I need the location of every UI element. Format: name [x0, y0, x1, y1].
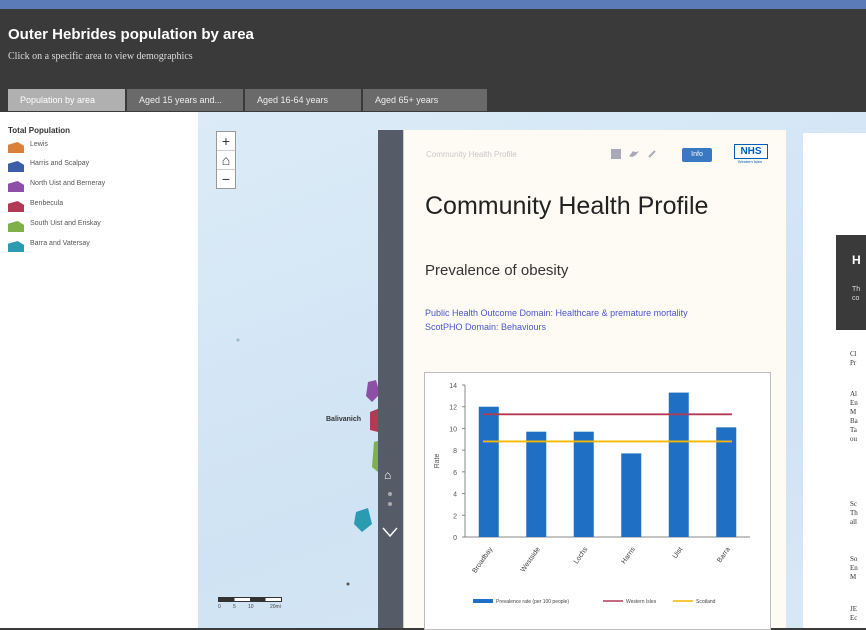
app-title: Outer Hebrides population by area: [8, 26, 254, 43]
nhs-logo: NHS Western Isles: [730, 142, 770, 172]
x-tick-label: Uist: [672, 546, 685, 560]
bar-barra: [716, 427, 737, 537]
town-label: Balivanich: [326, 416, 362, 423]
right-panel-block[interactable]: Al En M Ba Ta ou: [850, 390, 858, 444]
y-tick-label: 8: [453, 448, 457, 455]
tab-aged-65[interactable]: Aged 65+ years: [363, 89, 487, 111]
y-tick-label: 2: [453, 513, 457, 520]
bar-broadbay: [478, 406, 499, 537]
right-panel-block[interactable]: So En M: [850, 555, 858, 582]
home-icon[interactable]: ⌂: [217, 151, 235, 170]
tab-population-by-area[interactable]: Population by area: [8, 89, 125, 111]
facebook-icon[interactable]: [610, 148, 622, 160]
y-tick-label: 6: [453, 470, 457, 477]
outcome-domain-link[interactable]: Public Health Outcome Domain: Healthcare…: [425, 306, 745, 320]
app-subtitle: Click on a specific area to view demogra…: [8, 51, 193, 62]
info-button[interactable]: Info: [682, 148, 712, 162]
obesity-chart-svg: 0 2 4 6 8 10 12 14 Rate Broadbay Westside Lochs Harr…: [434, 383, 750, 605]
scotpho-domain-link[interactable]: ScotPHO Domain: Behaviours: [425, 320, 745, 334]
right-panel-heading: H: [852, 253, 861, 267]
right-panel-block[interactable]: JE Ec: [850, 605, 857, 623]
barra-shape: [354, 508, 372, 532]
legend-title: Total Population: [8, 126, 71, 135]
chevron-down-icon[interactable]: [381, 525, 399, 539]
zoom-in-button[interactable]: +: [217, 132, 235, 151]
link-icon[interactable]: [646, 148, 658, 160]
y-tick-label: 10: [449, 426, 457, 433]
app-header: Outer Hebrides population by area Click …: [0, 9, 866, 112]
right-panel-text: Th co: [852, 286, 861, 302]
area-swatch-icon: [8, 161, 24, 172]
nav-dot[interactable]: [388, 492, 392, 496]
domain-links: Public Health Outcome Domain: Healthcare…: [425, 306, 745, 334]
legend-label: North Uist and Berneray: [30, 180, 106, 187]
right-info-panel: [803, 133, 866, 628]
home-icon[interactable]: ⌂: [384, 468, 391, 482]
x-tick-label: Broadbay: [471, 546, 494, 575]
scale-label: 0: [218, 604, 221, 610]
profile-title: Community Health Profile: [425, 192, 709, 220]
scale-label: 5: [233, 604, 236, 610]
legend-panel: Total Population Lewis Harris and Scalpa…: [0, 112, 198, 628]
tab-aged-16-64[interactable]: Aged 16-64 years: [245, 89, 361, 111]
zoom-out-button[interactable]: −: [217, 170, 235, 188]
legend-label-bars: Prevalence rate (per 100 people): [496, 599, 569, 605]
bar-westside: [526, 431, 547, 537]
area-swatch-icon: [8, 181, 24, 192]
obesity-chart: 0 2 4 6 8 10 12 14 Rate Broadbay Westside Lochs Harr…: [424, 372, 771, 630]
legend-label: Lewis: [30, 141, 48, 148]
x-tick-label: Lochs: [573, 546, 590, 566]
scale-bar-graphic: [218, 597, 282, 602]
legend-label: Harris and Scalpay: [30, 160, 90, 167]
y-tick-label: 0: [453, 535, 457, 542]
area-swatch-icon: [8, 201, 24, 212]
area-swatch-icon: [8, 221, 24, 232]
right-panel-block[interactable]: Sc Th all: [850, 500, 858, 527]
y-tick-label: 12: [449, 405, 457, 412]
right-panel-block[interactable]: Cl Pr: [850, 350, 857, 368]
legend-label: South Uist and Eriskay: [30, 220, 101, 227]
nhs-logo-sub: Western Isles: [737, 159, 763, 164]
top-accent-strip: [0, 0, 866, 9]
panel-toolbar: Community Health Profile Info NHS Wester…: [412, 140, 776, 176]
right-panel-header: [836, 235, 866, 330]
y-tick-label: 4: [453, 492, 457, 499]
y-tick-label: 14: [449, 383, 457, 390]
nav-dot[interactable]: [388, 502, 392, 506]
legend-label-line: Western Isles: [626, 599, 657, 605]
panel-top-title: Community Health Profile: [426, 150, 517, 159]
story-side-nav: ⌂: [378, 130, 403, 628]
scale-label: 20mi: [270, 604, 281, 610]
scale-label: 10: [248, 604, 254, 610]
x-tick-label: Barra: [716, 546, 732, 564]
area-swatch-icon: [8, 241, 24, 252]
map-scale-bar: 0 5 10 20mi: [218, 597, 282, 610]
nhs-logo-mark: NHS: [734, 144, 768, 159]
map-zoom-control: + ⌂ −: [216, 131, 236, 189]
x-tick-label: Harris: [620, 546, 637, 566]
legend-label: Barra and Vatersay: [30, 240, 90, 247]
profile-subtitle: Prevalence of obesity: [425, 262, 569, 279]
legend-label-line: Scotland: [696, 599, 716, 605]
community-health-panel: Community Health Profile Info NHS Wester…: [403, 130, 786, 630]
bar-lochs: [573, 431, 594, 537]
x-tick-label: Westside: [520, 546, 542, 574]
y-axis-label: Rate: [434, 454, 441, 469]
bar-harris: [621, 453, 642, 537]
tab-aged-15[interactable]: Aged 15 years and...: [127, 89, 243, 111]
twitter-icon[interactable]: [628, 148, 640, 160]
legend-label: Benbecula: [30, 200, 64, 207]
area-swatch-icon: [8, 142, 24, 153]
